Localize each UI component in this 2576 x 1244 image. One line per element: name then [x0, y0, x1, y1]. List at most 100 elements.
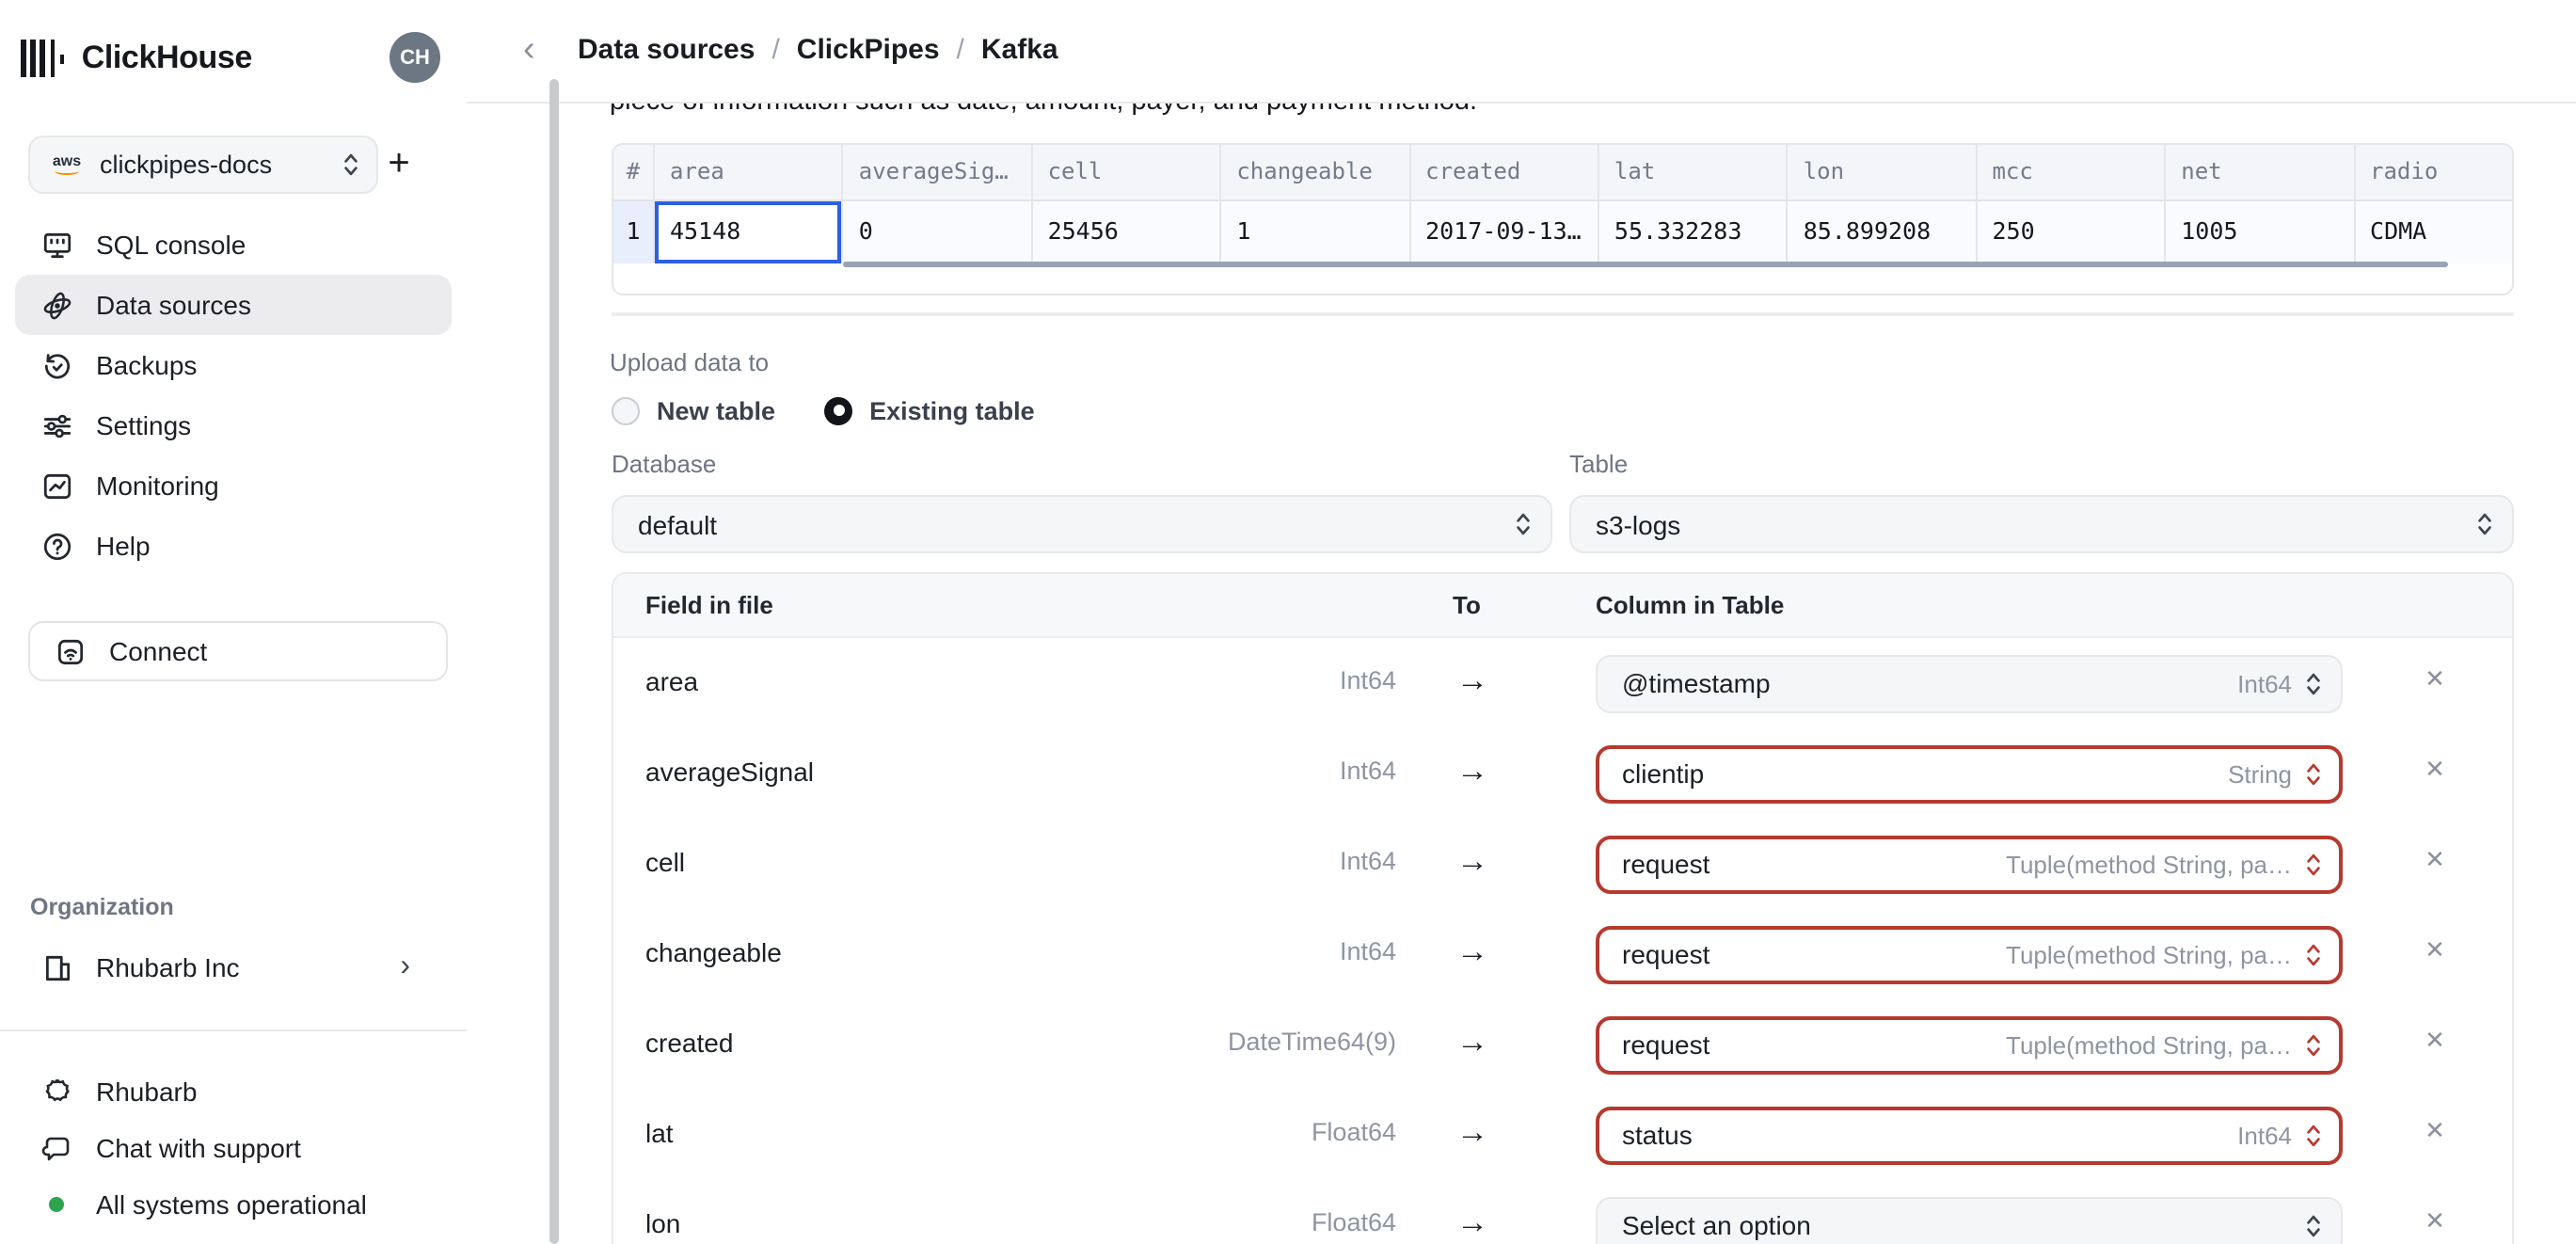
column-value: request: [1622, 939, 1710, 969]
column-header: mcc: [1977, 145, 2167, 199]
radio-existing-table-label[interactable]: Existing table: [869, 396, 1035, 424]
column-select-placeholder[interactable]: Select an option: [1596, 1196, 2343, 1244]
column-value: request: [1622, 849, 1710, 879]
system-status[interactable]: All systems operational: [15, 1176, 452, 1233]
database-value: default: [638, 509, 718, 539]
status-label: All systems operational: [96, 1189, 367, 1220]
table-select[interactable]: s3-logs: [1569, 495, 2514, 553]
chart-icon: [41, 470, 73, 502]
remove-mapping-button[interactable]: ✕: [2405, 845, 2465, 875]
sidebar-item-label: Settings: [96, 410, 192, 440]
table-cell[interactable]: 2017-09-13…: [1410, 201, 1599, 263]
connect-label: Connect: [109, 636, 208, 666]
sidebar-item-help[interactable]: Help: [15, 516, 452, 576]
remove-mapping-button[interactable]: ✕: [2405, 755, 2465, 785]
field-name: lon: [645, 1207, 681, 1237]
add-service-button[interactable]: +: [374, 139, 423, 188]
column-type: String: [2228, 759, 2292, 788]
sidebar-footer: Rhubarb Chat with support All systems op…: [15, 1063, 452, 1233]
column-header: radio: [2355, 145, 2512, 199]
vertical-scrollbar[interactable]: [549, 79, 559, 1244]
status-dot-icon: [49, 1197, 64, 1212]
field-type: Float64: [1311, 1118, 1396, 1146]
arrow-icon: →: [1456, 1204, 1488, 1240]
column-value: @timestamp: [1622, 668, 1771, 698]
database-select[interactable]: default: [612, 495, 1552, 553]
column-select-error[interactable]: status Int64: [1596, 1106, 2343, 1164]
remove-mapping-button[interactable]: ✕: [2405, 664, 2465, 694]
column-header: averageSig…: [844, 145, 1033, 199]
breadcrumb-clickpipes[interactable]: ClickPipes: [797, 34, 940, 66]
table-cell[interactable]: 0: [843, 201, 1033, 263]
column-type: Int64: [2237, 1121, 2292, 1149]
column-type: Tuple(method String, pa…: [2006, 940, 2292, 968]
service-selector[interactable]: aws clickpipes-docs: [28, 136, 378, 194]
sidebar-item-label: Help: [96, 531, 151, 561]
column-value: clientip: [1622, 758, 1705, 789]
remove-mapping-button[interactable]: ✕: [2405, 935, 2465, 965]
arrow-icon: →: [1456, 933, 1488, 969]
row-index-cell[interactable]: 1: [613, 201, 655, 263]
footer-item-chat-support[interactable]: Chat with support: [15, 1120, 452, 1176]
back-chevron-icon[interactable]: ‹: [523, 30, 535, 72]
monitor-icon: [41, 229, 73, 261]
breadcrumb-data-sources[interactable]: Data sources: [578, 34, 755, 66]
sidebar-divider: [0, 1029, 467, 1031]
field-name: lat: [645, 1117, 674, 1147]
footer-item-label: Rhubarb: [96, 1077, 198, 1107]
table-cell[interactable]: CDMA: [2355, 201, 2512, 263]
column-type: Tuple(method String, pa…: [2006, 1030, 2292, 1059]
radio-existing-table[interactable]: [824, 396, 853, 424]
table-cell[interactable]: 1: [1221, 201, 1411, 263]
column-header: lat: [1599, 145, 1789, 199]
organization-name: Rhubarb Inc: [96, 952, 240, 982]
footer-item-rhubarb[interactable]: Rhubarb: [15, 1063, 452, 1120]
preview-data-row: 1 45148 0 25456 1 2017-09-13… 55.332283 …: [613, 201, 2512, 263]
sliders-icon: [41, 409, 73, 441]
chevron-updown-icon: [2307, 1124, 2320, 1146]
column-select-error[interactable]: clientip String: [1596, 744, 2343, 803]
field-type: Int64: [1339, 847, 1396, 875]
table-cell[interactable]: 1005: [2166, 201, 2356, 263]
field-name: cell: [645, 846, 686, 876]
table-cell[interactable]: 85.899208: [1788, 201, 1978, 263]
preview-header-row: # area averageSig… cell changeable creat…: [613, 145, 2512, 201]
table-cell[interactable]: 55.332283: [1598, 201, 1789, 263]
radio-new-table-label[interactable]: New table: [657, 396, 775, 424]
connect-button[interactable]: Connect: [28, 621, 448, 681]
chevron-updown-icon: [2307, 943, 2320, 965]
column-select-error[interactable]: request Tuple(method String, pa…: [1596, 835, 2343, 893]
horizontal-scrollbar[interactable]: [843, 261, 2448, 266]
sidebar-item-settings[interactable]: Settings: [15, 395, 452, 455]
radio-new-table[interactable]: [612, 396, 640, 424]
chevron-updown-icon: [2307, 853, 2320, 875]
chevron-right-icon: ›: [400, 950, 410, 982]
service-name: clickpipes-docs: [100, 151, 273, 179]
sidebar-item-data-sources[interactable]: Data sources: [15, 275, 452, 335]
column-select-error[interactable]: request Tuple(method String, pa…: [1596, 1015, 2343, 1074]
remove-mapping-button[interactable]: ✕: [2405, 1116, 2465, 1146]
column-placeholder: Select an option: [1622, 1210, 1811, 1240]
mapping-row-cell: cell Int64 → request Tuple(method String…: [613, 819, 2512, 909]
user-avatar[interactable]: CH: [390, 32, 440, 83]
column-value: request: [1622, 1029, 1710, 1060]
table-cell[interactable]: 25456: [1032, 201, 1222, 263]
mapping-row-lat: lat Float64 → status Int64 ✕: [613, 1090, 2512, 1180]
top-bar: ‹ Data sources / ClickPipes / Kafka: [467, 0, 2576, 104]
table-cell[interactable]: 250: [1977, 201, 2167, 263]
selected-cell[interactable]: 45148: [655, 201, 844, 263]
sidebar: ClickHouse CH aws clickpipes-docs + SQL …: [0, 0, 467, 1244]
sidebar-item-backups[interactable]: Backups: [15, 335, 452, 395]
column-select-error[interactable]: request Tuple(method String, pa…: [1596, 925, 2343, 983]
remove-mapping-button[interactable]: ✕: [2405, 1206, 2465, 1236]
column-type: Tuple(method String, pa…: [2006, 850, 2292, 878]
sidebar-item-sql-console[interactable]: SQL console: [15, 215, 452, 275]
column-select[interactable]: @timestamp Int64: [1596, 654, 2343, 712]
chevron-updown-icon: [2307, 672, 2320, 694]
sidebar-item-monitoring[interactable]: Monitoring: [15, 455, 452, 516]
field-mapping-card: Field in file To Column in Table area In…: [612, 572, 2514, 1244]
remove-mapping-button[interactable]: ✕: [2405, 1026, 2465, 1056]
organization-selector[interactable]: Rhubarb Inc ›: [15, 937, 452, 997]
column-header: changeable: [1221, 145, 1411, 199]
field-in-file-header: Field in file: [645, 591, 773, 619]
